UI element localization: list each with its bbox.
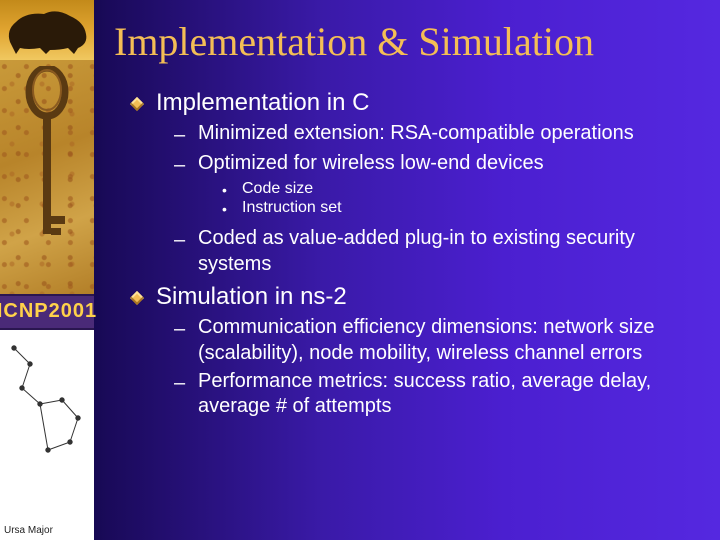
bullet-text: Code size <box>242 180 313 198</box>
bullet-level-2: – Communication efficiency dimensions: n… <box>174 315 692 366</box>
bullet-text: Minimized extension: RSA-compatible oper… <box>198 121 634 147</box>
bullet-level-3: • Instruction set <box>222 199 692 217</box>
diamond-bullet-icon <box>130 97 144 111</box>
bullet-level-3: • Code size <box>222 180 692 198</box>
bullet-level-2: – Performance metrics: success ratio, av… <box>174 369 692 420</box>
bullet-text: Optimized for wireless low-end devices <box>198 151 544 177</box>
bullet-level-1: Simulation in ns-2 <box>132 283 692 311</box>
bullet-text: Coded as value-added plug-in to existing… <box>198 226 692 277</box>
bullet-text: Performance metrics: success ratio, aver… <box>198 369 692 420</box>
constellation-panel: Ursa Major <box>0 330 94 540</box>
section-heading: Simulation in ns-2 <box>156 283 347 311</box>
dot-bullet-icon: • <box>222 201 232 217</box>
dash-bullet-icon: – <box>174 228 188 254</box>
slide: ICNP2001 <box>0 0 720 540</box>
dash-bullet-icon: – <box>174 317 188 343</box>
bear-logo <box>0 0 94 60</box>
bullet-level-2: – Optimized for wireless low-end devices <box>174 151 692 179</box>
bullet-level-1: Implementation in C <box>132 89 692 117</box>
slide-content: Implementation & Simulation Implementati… <box>94 0 720 540</box>
section-heading: Implementation in C <box>156 89 369 117</box>
sidebar: ICNP2001 <box>0 0 94 540</box>
slide-title: Implementation & Simulation <box>114 18 692 65</box>
diamond-bullet-icon <box>130 291 144 305</box>
bullet-level-2: – Coded as value-added plug-in to existi… <box>174 226 692 277</box>
sidebar-texture <box>0 60 94 294</box>
bullet-text: Instruction set <box>242 199 342 217</box>
dash-bullet-icon: – <box>174 123 188 149</box>
dash-bullet-icon: – <box>174 153 188 179</box>
dot-bullet-icon: • <box>222 182 232 198</box>
bullet-text: Communication efficiency dimensions: net… <box>198 315 692 366</box>
key-icon <box>22 66 72 266</box>
constellation-label: Ursa Major <box>4 525 53 536</box>
dash-bullet-icon: – <box>174 371 188 397</box>
bullet-level-2: – Minimized extension: RSA-compatible op… <box>174 121 692 149</box>
conference-badge: ICNP2001 <box>0 294 94 330</box>
